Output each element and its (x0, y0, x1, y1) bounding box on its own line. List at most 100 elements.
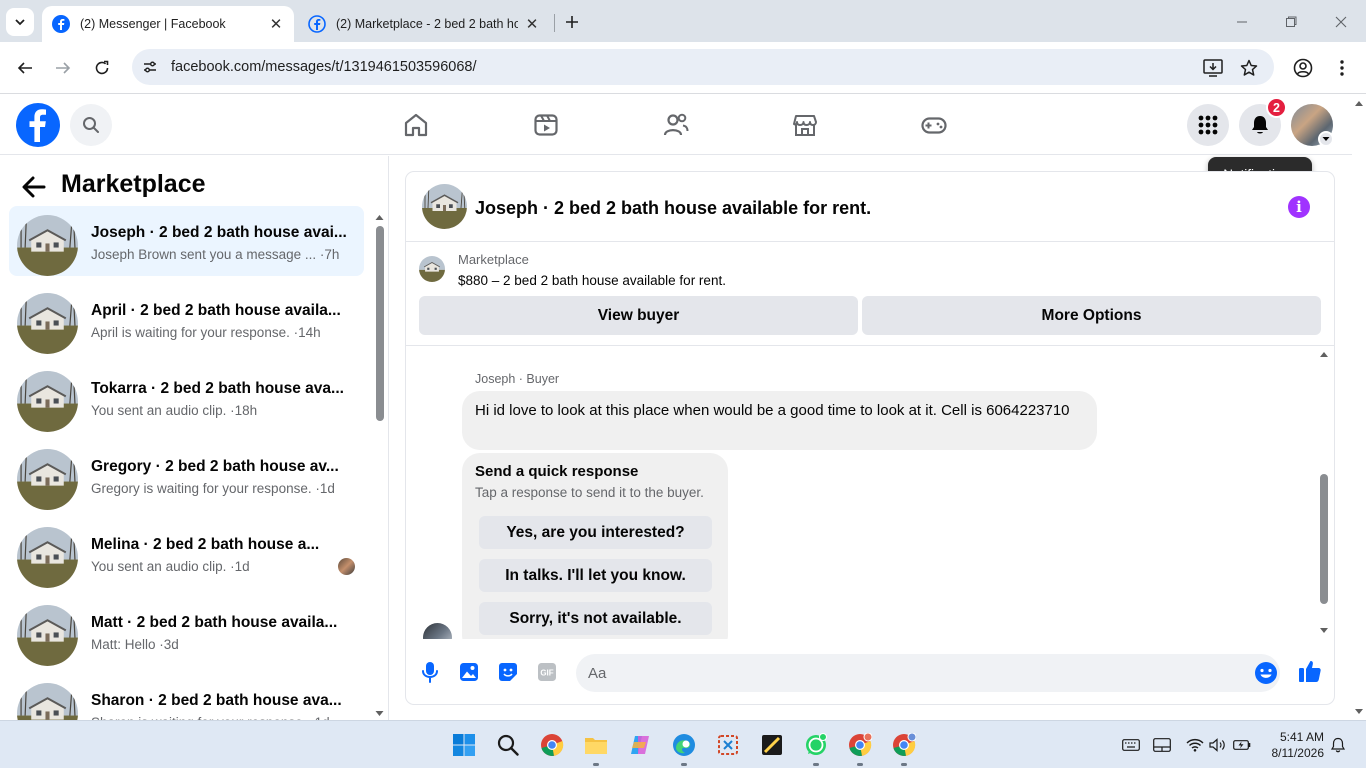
kebab-menu-icon (1340, 60, 1344, 76)
running-indicator (813, 763, 819, 766)
gif-button[interactable]: GIF (534, 659, 560, 685)
chevron-down-icon (1322, 137, 1330, 141)
nav-home-button[interactable] (400, 109, 432, 141)
nav-marketplace-button[interactable] (789, 109, 821, 141)
page-scroll-down-icon[interactable] (1353, 706, 1365, 718)
windows-start-button[interactable] (450, 731, 478, 759)
notification-count-badge: 2 (1266, 97, 1287, 118)
taskbar-copilot-button[interactable] (626, 731, 654, 759)
account-circle-icon (1293, 58, 1313, 78)
emoji-icon[interactable] (1254, 661, 1278, 685)
taskbar-whatsapp-button[interactable] (802, 731, 830, 759)
message-input-container[interactable] (576, 654, 1280, 692)
tab-title: (2) Messenger | Facebook (80, 17, 226, 31)
thread-scroll-down-icon[interactable] (1318, 625, 1330, 637)
listing-thumbnail-small[interactable] (419, 256, 445, 282)
site-info-icon[interactable] (140, 57, 160, 77)
taskbar-file-explorer-button[interactable] (582, 731, 610, 759)
thread-scroll-up-icon[interactable] (1318, 348, 1330, 360)
quick-response-option[interactable]: Yes, are you interested? (479, 516, 712, 549)
edge-icon (673, 734, 695, 756)
grid-menu-icon (1198, 115, 1218, 135)
nav-gaming-button[interactable] (918, 109, 950, 141)
notification-center-icon[interactable] (1329, 736, 1347, 754)
tab-marketplace[interactable]: (2) Marketplace - 2 bed 2 bath hou ✕ (298, 6, 550, 42)
account-menu-caret[interactable] (1318, 131, 1334, 147)
conversation-item[interactable]: April · 2 bed 2 bath house availa... Apri… (9, 284, 364, 354)
forward-button[interactable] (50, 55, 76, 81)
chrome-icon (849, 733, 872, 756)
conversation-item[interactable]: Tokarra · 2 bed 2 bath house ava... You s… (9, 362, 364, 432)
menu-grid-button[interactable] (1187, 104, 1229, 146)
taskbar-search-button[interactable] (494, 731, 522, 759)
close-window-button[interactable] (1329, 10, 1353, 34)
wifi-icon[interactable] (1186, 736, 1204, 754)
listing-price-title: $880 – 2 bed 2 bath house available for … (458, 273, 726, 288)
taskbar-sticky-notes-button[interactable] (758, 731, 786, 759)
conversation-thumbnail (17, 293, 78, 354)
facebook-favicon-icon (308, 15, 326, 33)
battery-icon[interactable] (1233, 736, 1251, 754)
browser-menu-button[interactable] (1329, 55, 1355, 81)
conversation-info-button[interactable]: i (1288, 196, 1310, 218)
attach-photo-button[interactable] (456, 659, 482, 685)
conversation-item[interactable]: Gregory · 2 bed 2 bath house av... Gregor… (9, 440, 364, 510)
incoming-message-bubble[interactable]: Hi id love to look at this place when wo… (462, 391, 1097, 450)
listing-thumbnail[interactable] (422, 184, 467, 229)
taskbar-chrome-profile-button[interactable] (846, 731, 874, 759)
nav-friends-button[interactable] (660, 109, 692, 141)
search-icon (497, 734, 519, 756)
voice-clip-button[interactable] (417, 659, 443, 685)
arrow-left-icon (17, 62, 32, 74)
sticker-button[interactable] (495, 659, 521, 685)
conversation-item[interactable]: Matt · 2 bed 2 bath house availa... Matt:… (9, 596, 364, 666)
profile-button[interactable] (1290, 55, 1316, 81)
taskbar-chrome-button[interactable] (538, 731, 566, 759)
minimize-button[interactable] (1230, 10, 1254, 34)
conversation-name: Tokarra · 2 bed 2 bath house ava... (91, 380, 344, 397)
restore-icon (1286, 16, 1297, 27)
tab-search-button[interactable] (6, 8, 34, 36)
bell-icon (1252, 116, 1268, 134)
close-tab-icon[interactable]: ✕ (268, 16, 284, 33)
taskbar-snipping-button[interactable] (714, 731, 742, 759)
message-input[interactable] (588, 663, 1228, 683)
back-button[interactable] (12, 55, 38, 81)
reload-button[interactable] (89, 55, 115, 81)
install-app-icon[interactable] (1202, 57, 1224, 79)
gif-icon: GIF (538, 663, 556, 681)
address-bar[interactable]: facebook.com/messages/t/1319461503596068… (132, 49, 1274, 85)
new-tab-button[interactable] (560, 10, 584, 34)
search-button[interactable] (70, 104, 112, 146)
volume-icon[interactable] (1209, 736, 1227, 754)
page-scroll-up-icon[interactable] (1353, 97, 1365, 109)
clock-date[interactable]: 8/11/2026 (1262, 746, 1325, 760)
list-scrollbar-thumb[interactable] (376, 226, 384, 421)
conversation-item[interactable]: Sharon · 2 bed 2 bath house ava...Sharon… (9, 674, 364, 720)
quick-response-option[interactable]: In talks. I'll let you know. (479, 559, 712, 592)
nav-video-button[interactable] (530, 109, 562, 141)
back-button[interactable] (20, 173, 48, 201)
keyboard-icon[interactable] (1122, 736, 1140, 754)
tab-messenger[interactable]: (2) Messenger | Facebook ✕ (42, 6, 294, 42)
taskbar-chrome-profile-2-button[interactable] (890, 731, 918, 759)
bookmark-star-icon[interactable] (1238, 57, 1260, 79)
clock-time[interactable]: 5:41 AM (1270, 730, 1324, 744)
conversation-item[interactable]: Joseph · 2 bed 2 bath house avai... Josep… (9, 206, 364, 276)
conversation-item[interactable]: Melina · 2 bed 2 bath house a... You sent… (9, 518, 364, 588)
windows-taskbar: 5:41 AM 8/11/2026 (0, 720, 1366, 768)
quick-response-option[interactable]: Sorry, it's not available. (479, 602, 712, 635)
house-photo-icon (17, 371, 78, 432)
more-options-button[interactable]: More Options (862, 296, 1321, 335)
tab-title: (2) Marketplace - 2 bed 2 bath hou (336, 17, 518, 31)
view-buyer-button[interactable]: View buyer (419, 296, 858, 335)
thread-scrollbar-thumb[interactable] (1320, 474, 1328, 604)
facebook-logo-icon[interactable] (16, 103, 60, 147)
restore-button[interactable] (1279, 10, 1303, 34)
sender-avatar (423, 623, 452, 639)
chrome-icon (893, 733, 916, 756)
touchpad-icon[interactable] (1153, 736, 1171, 754)
taskbar-edge-button[interactable] (670, 731, 698, 759)
close-tab-icon[interactable]: ✕ (524, 16, 540, 33)
send-like-button[interactable] (1296, 657, 1324, 685)
